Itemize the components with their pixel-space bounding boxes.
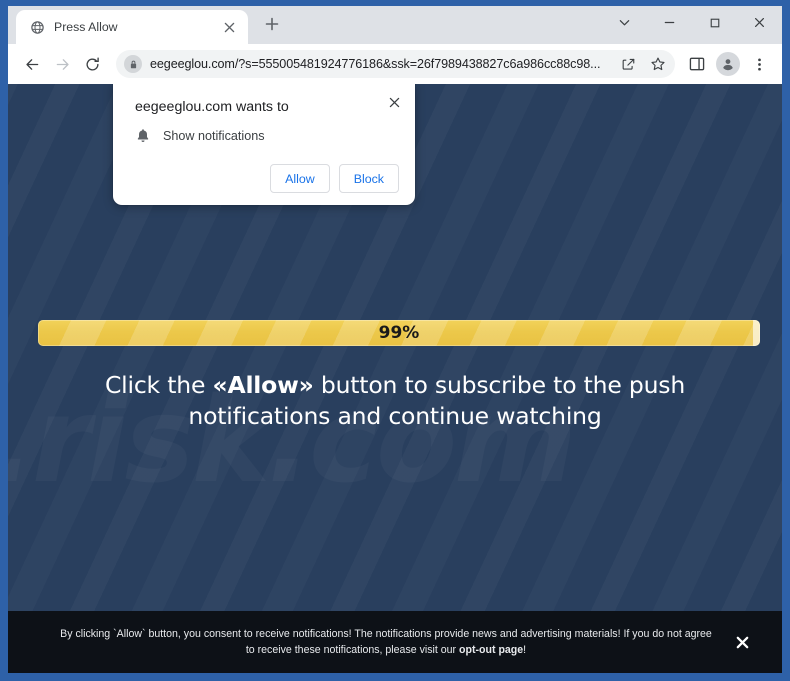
profile-avatar[interactable] [716, 52, 740, 76]
progress-bar: 99% [38, 320, 760, 346]
browser-tab[interactable]: Press Allow [16, 10, 248, 44]
progress-bar-cap [753, 320, 760, 346]
close-icon[interactable] [737, 6, 782, 39]
tab-close-icon[interactable] [219, 17, 239, 37]
maximize-icon[interactable] [692, 6, 737, 39]
reload-button[interactable] [78, 50, 106, 78]
side-panel-icon[interactable] [683, 50, 711, 78]
page-headline: Click the «Allow» button to subscribe to… [48, 370, 742, 433]
dialog-permission-row: Show notifications [135, 128, 399, 144]
window-controls [602, 6, 782, 39]
dialog-permission-label: Show notifications [163, 129, 265, 143]
headline-emphasis: «Allow» [212, 371, 314, 399]
chevron-down-icon[interactable] [602, 6, 647, 39]
address-bar[interactable]: eegeeglou.com/?s=555005481924776186&ssk=… [116, 50, 675, 78]
allow-button[interactable]: Allow [270, 164, 330, 193]
lock-icon[interactable] [124, 55, 142, 73]
star-icon[interactable] [647, 53, 669, 75]
consent-banner-text: By clicking `Allow` button, you consent … [30, 626, 728, 658]
dialog-close-icon[interactable] [383, 91, 405, 113]
consent-banner-close-icon[interactable] [728, 628, 756, 656]
dialog-title: eegeeglou.com wants to [135, 99, 289, 115]
browser-window: Press Allow eegeeglou.com/?s=55500548192… [8, 6, 782, 673]
opt-out-link[interactable]: opt-out page [459, 644, 523, 656]
consent-text-after: ! [523, 644, 527, 656]
headline-text-before: Click the [104, 371, 213, 399]
new-tab-button[interactable] [259, 11, 285, 37]
block-button[interactable]: Block [338, 164, 399, 193]
forward-button[interactable] [48, 50, 76, 78]
browser-toolbar: eegeeglou.com/?s=555005481924776186&ssk=… [8, 44, 782, 84]
bell-icon [135, 128, 151, 144]
three-dots-icon[interactable] [745, 50, 773, 78]
notification-permission-dialog: eegeeglou.com wants to Show notification… [113, 84, 415, 205]
minimize-icon[interactable] [647, 6, 692, 39]
consent-text-before: By clicking `Allow` button, you consent … [60, 627, 712, 656]
url-text: eegeeglou.com/?s=555005481924776186&ssk=… [150, 57, 601, 71]
globe-icon [29, 19, 45, 35]
browser-window-frame: Press Allow eegeeglou.com/?s=55500548192… [0, 0, 790, 681]
back-button[interactable] [18, 50, 46, 78]
share-icon[interactable] [617, 53, 639, 75]
progress-percent-label: 99% [378, 323, 420, 343]
consent-banner: By clicking `Allow` button, you consent … [8, 611, 782, 673]
page-viewport: .risk.com 99% Click the «Allow» button t… [8, 84, 782, 673]
tab-title: Press Allow [54, 20, 118, 34]
tab-strip: Press Allow [8, 6, 782, 44]
dialog-actions: Allow Block [135, 164, 399, 193]
